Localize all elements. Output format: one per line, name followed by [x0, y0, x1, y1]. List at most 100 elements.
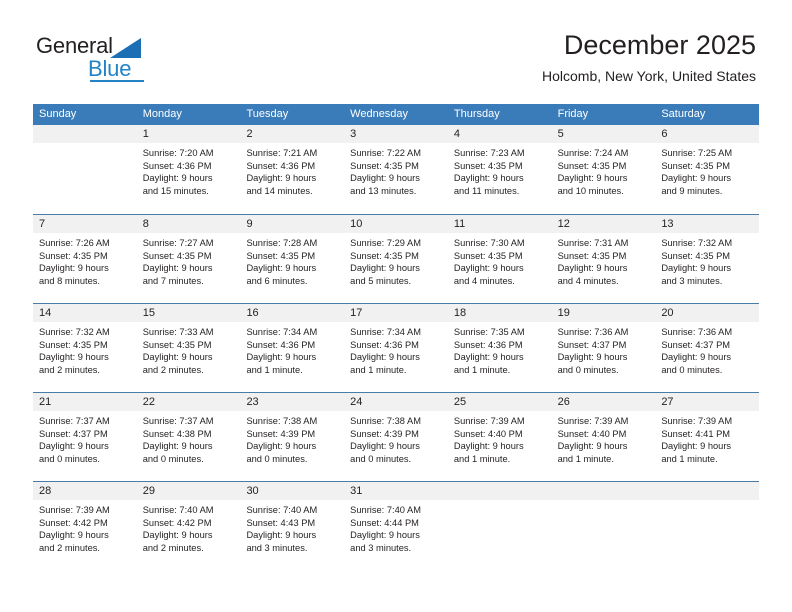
weekday-header-saturday: Saturday — [661, 108, 706, 120]
day-detail-line: Daylight: 9 hours — [39, 263, 109, 274]
calendar-day-cell[interactable]: 7 Sunrise: 7:26 AM Sunset: 4:35 PM Daylight… — [33, 215, 137, 303]
day-details: Sunrise: 7:38 AM Sunset: 4:39 PM Daylight:… — [240, 411, 344, 465]
day-detail-line: and 6 minutes. — [246, 275, 308, 286]
day-detail-line: Daylight: 9 hours — [350, 263, 420, 274]
day-detail-line: Sunset: 4:36 PM — [453, 339, 523, 350]
day-detail-line: Daylight: 9 hours — [661, 352, 732, 363]
calendar-day-cell[interactable]: 9 Sunrise: 7:28 AM Sunset: 4:35 PM Daylight… — [240, 215, 345, 303]
day-detail-line: Sunset: 4:35 PM — [453, 160, 523, 171]
calendar-day-cell-empty — [551, 482, 656, 570]
day-detail-line: and 4 minutes. — [557, 275, 619, 286]
day-number: 24 — [344, 393, 448, 411]
calendar-day-cell[interactable]: 17 Sunrise: 7:34 AM Sunset: 4:36 PM Dayligh… — [344, 304, 448, 392]
day-detail-line: and 13 minutes. — [350, 185, 417, 196]
calendar-day-cell[interactable]: 27 Sunrise: 7:39 AM Sunset: 4:41 PM Dayligh… — [655, 393, 760, 481]
calendar-day-cell-empty — [655, 482, 760, 570]
day-details: Sunrise: 7:33 AM Sunset: 4:35 PM Daylight:… — [137, 322, 241, 376]
calendar-day-cell[interactable]: 24 Sunrise: 7:38 AM Sunset: 4:39 PM Dayligh… — [344, 393, 448, 481]
calendar-day-cell[interactable]: 21 Sunrise: 7:37 AM Sunset: 4:37 PM Dayligh… — [33, 393, 137, 481]
day-detail-line: Daylight: 9 hours — [557, 263, 628, 274]
calendar-day-cell[interactable]: 10 Sunrise: 7:29 AM Sunset: 4:35 PM Dayligh… — [344, 215, 448, 303]
day-number: 15 — [136, 304, 241, 322]
weekday-header-tuesday: Tuesday — [246, 108, 289, 120]
day-number: 31 — [344, 482, 448, 500]
calendar-day-cell[interactable]: 31 Sunrise: 7:40 AM Sunset: 4:44 PM Dayligh… — [344, 482, 448, 570]
day-details: Sunrise: 7:37 AM Sunset: 4:37 PM Daylight:… — [33, 411, 137, 465]
calendar-day-cell[interactable]: 20 Sunrise: 7:36 AM Sunset: 4:37 PM Dayligh… — [655, 304, 760, 392]
day-detail-line: Sunset: 4:42 PM — [142, 517, 212, 528]
day-detail-line: Sunrise: 7:32 AM — [39, 327, 110, 337]
calendar-day-cell[interactable]: 5 Sunrise: 7:24 AM Sunset: 4:35 PM Daylight… — [551, 125, 656, 214]
day-details: Sunrise: 7:29 AM Sunset: 4:35 PM Daylight:… — [344, 233, 448, 287]
calendar-day-cell[interactable]: 11 Sunrise: 7:30 AM Sunset: 4:35 PM Dayligh… — [447, 215, 552, 303]
title-block: December 2025 Holcomb, New York, United … — [236, 28, 756, 87]
calendar-day-cell[interactable]: 4 Sunrise: 7:23 AM Sunset: 4:35 PM Daylight… — [447, 125, 552, 214]
day-detail-line: Daylight: 9 hours — [246, 263, 317, 274]
calendar-day-cell[interactable]: 28 Sunrise: 7:39 AM Sunset: 4:42 PM Dayligh… — [33, 482, 137, 570]
day-detail-line: and 2 minutes. — [39, 542, 100, 553]
calendar-day-cell[interactable]: 8 Sunrise: 7:27 AM Sunset: 4:35 PM Daylight… — [136, 215, 241, 303]
calendar-day-cell[interactable]: 2 Sunrise: 7:21 AM Sunset: 4:36 PM Daylight… — [240, 125, 345, 214]
calendar-day-cell[interactable]: 22 Sunrise: 7:37 AM Sunset: 4:38 PM Dayligh… — [136, 393, 241, 481]
day-details: Sunrise: 7:39 AM Sunset: 4:40 PM Daylight:… — [448, 411, 552, 465]
day-detail-line: and 15 minutes. — [142, 185, 209, 196]
day-detail-line: Sunrise: 7:34 AM — [246, 327, 318, 337]
calendar-day-cell[interactable]: 15 Sunrise: 7:33 AM Sunset: 4:35 PM Dayligh… — [136, 304, 241, 392]
calendar-day-cell[interactable]: 16 Sunrise: 7:34 AM Sunset: 4:36 PM Dayligh… — [240, 304, 345, 392]
day-details: Sunrise: 7:38 AM Sunset: 4:39 PM Daylight:… — [344, 411, 448, 465]
day-details: Sunrise: 7:40 AM Sunset: 4:43 PM Daylight:… — [240, 500, 344, 554]
day-detail-line: Sunrise: 7:22 AM — [350, 148, 421, 158]
day-detail-line: Sunset: 4:35 PM — [246, 250, 316, 261]
day-number: 4 — [447, 125, 552, 143]
calendar-day-cell[interactable]: 12 Sunrise: 7:31 AM Sunset: 4:35 PM Dayligh… — [551, 215, 656, 303]
calendar-day-cell[interactable]: 1 Sunrise: 7:20 AM Sunset: 4:36 PM Daylight… — [136, 125, 241, 214]
day-detail-line: and 1 minute. — [246, 364, 303, 375]
calendar-day-cell-empty — [33, 125, 137, 214]
day-detail-line: Sunrise: 7:39 AM — [453, 416, 525, 426]
day-number: 18 — [447, 304, 552, 322]
calendar-day-cell[interactable]: 6 Sunrise: 7:25 AM Sunset: 4:35 PM Daylight… — [655, 125, 760, 214]
day-number: 3 — [344, 125, 448, 143]
day-detail-line: Daylight: 9 hours — [661, 263, 732, 274]
day-detail-line: and 2 minutes. — [39, 364, 100, 375]
day-detail-line: Sunset: 4:39 PM — [246, 428, 316, 439]
calendar-day-cell[interactable]: 19 Sunrise: 7:36 AM Sunset: 4:37 PM Dayligh… — [551, 304, 656, 392]
day-detail-line: Sunset: 4:35 PM — [350, 250, 419, 261]
day-detail-line: and 1 minute. — [453, 364, 511, 375]
day-detail-line: Sunset: 4:35 PM — [661, 250, 731, 261]
calendar-day-cell[interactable]: 26 Sunrise: 7:39 AM Sunset: 4:40 PM Dayligh… — [551, 393, 656, 481]
day-detail-line: Sunrise: 7:36 AM — [557, 327, 629, 337]
day-details: Sunrise: 7:30 AM Sunset: 4:35 PM Daylight:… — [448, 233, 552, 287]
day-details: Sunrise: 7:40 AM Sunset: 4:44 PM Daylight:… — [344, 500, 448, 554]
day-detail-line: Sunrise: 7:31 AM — [557, 238, 629, 248]
calendar-day-cell[interactable]: 30 Sunrise: 7:40 AM Sunset: 4:43 PM Dayligh… — [240, 482, 345, 570]
day-detail-line: Sunrise: 7:30 AM — [453, 238, 525, 248]
calendar-day-cell[interactable]: 25 Sunrise: 7:39 AM Sunset: 4:40 PM Dayligh… — [447, 393, 552, 481]
logo-triangle-icon — [110, 38, 141, 58]
day-details: Sunrise: 7:35 AM Sunset: 4:36 PM Daylight:… — [448, 322, 552, 376]
weekday-header-monday: Monday — [142, 108, 182, 120]
day-detail-line: Sunset: 4:37 PM — [661, 339, 731, 350]
day-number: 5 — [551, 125, 656, 143]
calendar-day-cell[interactable]: 18 Sunrise: 7:35 AM Sunset: 4:36 PM Dayligh… — [447, 304, 552, 392]
day-detail-line: Sunset: 4:35 PM — [557, 250, 627, 261]
calendar-day-cell[interactable]: 29 Sunrise: 7:40 AM Sunset: 4:42 PM Dayligh… — [136, 482, 241, 570]
day-detail-line: Sunrise: 7:40 AM — [246, 505, 318, 515]
day-details: Sunrise: 7:26 AM Sunset: 4:35 PM Daylight:… — [33, 233, 137, 287]
day-detail-line: and 11 minutes. — [453, 185, 520, 196]
calendar-day-cell[interactable]: 23 Sunrise: 7:38 AM Sunset: 4:39 PM Dayligh… — [240, 393, 345, 481]
calendar-day-cell[interactable]: 14 Sunrise: 7:32 AM Sunset: 4:35 PM Dayligh… — [33, 304, 137, 392]
day-detail-line: Sunrise: 7:25 AM — [661, 148, 733, 158]
day-number: 27 — [655, 393, 760, 411]
calendar-week-row: 21 Sunrise: 7:37 AM Sunset: 4:37 PM Dayligh… — [33, 392, 760, 481]
day-detail-line: Sunset: 4:35 PM — [39, 339, 108, 350]
day-detail-line: and 5 minutes. — [350, 275, 412, 286]
day-detail-line: Sunrise: 7:27 AM — [142, 238, 214, 248]
calendar-day-cell[interactable]: 13 Sunrise: 7:32 AM Sunset: 4:35 PM Dayligh… — [655, 215, 760, 303]
calendar-day-cell[interactable]: 3 Sunrise: 7:22 AM Sunset: 4:35 PM Daylight… — [344, 125, 448, 214]
day-details — [552, 500, 656, 504]
day-detail-line: and 3 minutes. — [350, 542, 412, 553]
day-detail-line: and 0 minutes. — [350, 453, 412, 464]
day-detail-line: Sunset: 4:38 PM — [142, 428, 212, 439]
day-detail-line: Sunset: 4:35 PM — [39, 250, 108, 261]
